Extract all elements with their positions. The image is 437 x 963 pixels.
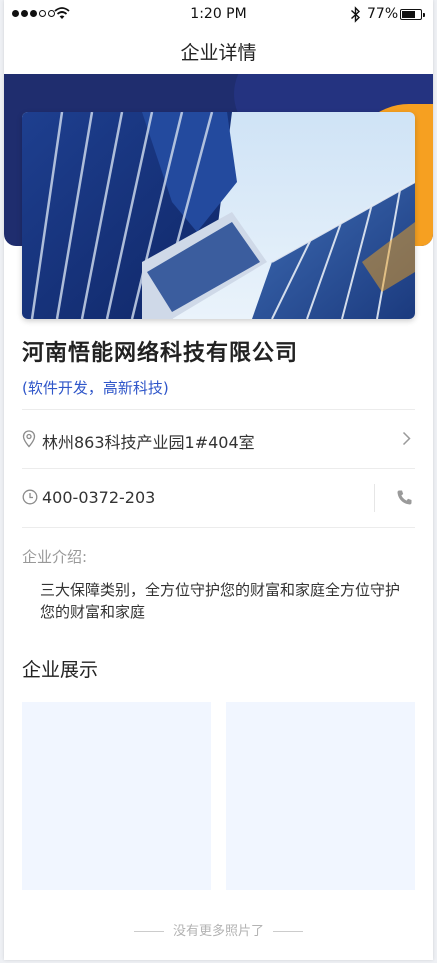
company-tags: (软件开发，高新科技) bbox=[22, 379, 169, 397]
intro-label: 企业介绍: bbox=[22, 548, 88, 566]
divider bbox=[22, 527, 415, 528]
battery-nub bbox=[423, 12, 425, 17]
footer-line bbox=[273, 931, 303, 932]
battery-fill bbox=[402, 11, 415, 18]
chevron-right-icon bbox=[402, 431, 411, 446]
battery-percent: 77% bbox=[367, 6, 399, 22]
address-row[interactable]: 林州863科技产业园1#404室 bbox=[22, 410, 415, 468]
location-pin-icon bbox=[22, 430, 36, 448]
gallery-image-placeholder[interactable] bbox=[22, 702, 211, 890]
footer-note: 没有更多照片了 bbox=[4, 920, 433, 939]
gallery-image-placeholder[interactable] bbox=[226, 702, 415, 890]
footer-note-text: 没有更多照片了 bbox=[172, 924, 264, 939]
phone-row: 400-0372-203 bbox=[22, 469, 415, 527]
clock-icon bbox=[22, 489, 38, 505]
gallery-title: 企业展示 bbox=[22, 659, 99, 681]
footer-line bbox=[133, 931, 164, 932]
company-name: 河南悟能网络科技有限公司 bbox=[22, 341, 299, 366]
vertical-divider bbox=[374, 484, 375, 512]
nav-bar: 企业详情 bbox=[4, 30, 433, 74]
bluetooth-icon bbox=[351, 6, 361, 23]
page-title: 企业详情 bbox=[180, 42, 257, 64]
company-address: 林州863科技产业园1#404室 bbox=[42, 433, 255, 452]
phone-icon[interactable] bbox=[396, 489, 413, 506]
company-phone: 400-0372-203 bbox=[42, 488, 156, 507]
company-cover-image bbox=[22, 112, 415, 319]
phone-screen: 1:20 PM 77% 企业详情 河南悟能网络科技有限公司 (软件开发，高新科技… bbox=[4, 0, 433, 960]
status-bar: 1:20 PM 77% bbox=[4, 0, 433, 30]
intro-text: 三大保障类别，全方位守护您的财富和家庭全方位守护您的财富和家庭 bbox=[40, 581, 401, 621]
battery-icon bbox=[400, 9, 425, 20]
